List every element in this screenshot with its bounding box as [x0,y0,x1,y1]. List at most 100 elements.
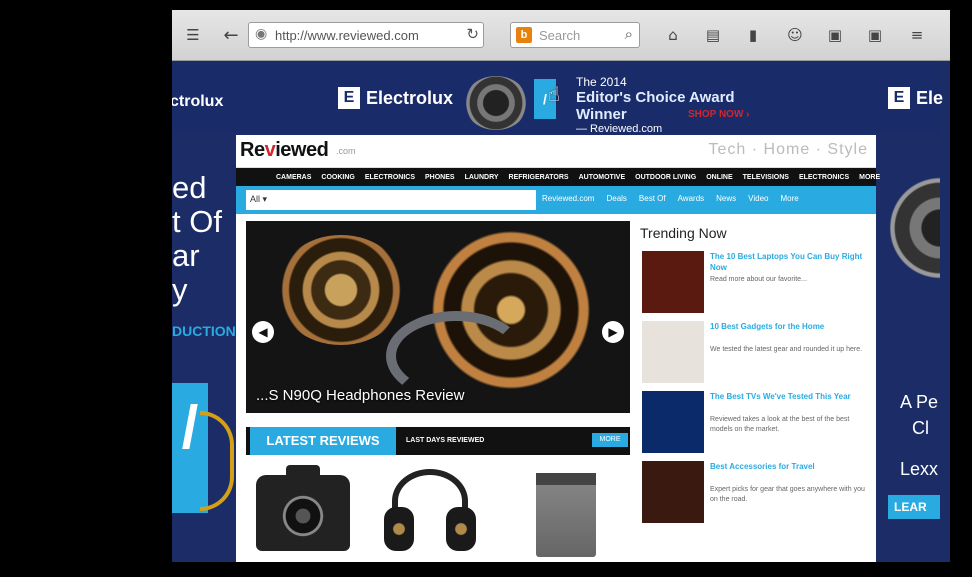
trending-thumbnail[interactable] [642,321,704,383]
right-ad-line3: Lexx [900,459,939,479]
subnav-link[interactable]: Best Of [639,194,666,203]
site-container: Reviewed .com Tech · Home · Style CAMERA… [236,135,880,562]
nav-item[interactable]: ONLINE [706,174,732,181]
carousel-prev-icon[interactable]: ◀ [252,321,274,343]
trending-headline[interactable]: 10 Best Gadgets for the Home [710,321,866,332]
trending-snippet: Reviewed takes a look at the best of the… [710,416,850,433]
site-header: Reviewed .com Tech · Home · Style [236,135,876,168]
camera-product-image[interactable] [256,465,350,551]
trending-thumbnail[interactable] [642,391,704,453]
right-ad-text[interactable]: A Pe Cl [900,389,938,441]
web-page: ctrolux E Electrolux / The 2014 Editor's… [172,61,950,562]
hero-carousel[interactable]: ◀ ▶ ...S N90Q Headphones Review [246,221,630,413]
subnav-links: Reviewed.com Deals Best Of Awards News V… [542,194,799,203]
reload-icon[interactable]: ↻ [466,25,479,43]
left-ad-line: t Of [172,204,222,239]
left-ad-line: ar [172,238,200,273]
ad-brand-right-label: Ele [916,87,944,108]
latest-reviews-tab[interactable]: LATEST REVIEWS [250,427,396,455]
library-icon[interactable]: ▤ [700,22,726,48]
trending-thumbnail[interactable] [642,251,704,313]
search-engine-icon: b [516,27,532,43]
trending-headline[interactable]: The Best TVs We've Tested This Year [710,391,866,402]
shop-now-button[interactable]: SHOP NOW › [688,109,749,120]
headphone-cup [446,507,476,551]
subnav-link[interactable]: Reviewed.com [542,194,594,203]
trending-headline[interactable]: The 10 Best Laptops You Can Buy Right No… [710,251,866,273]
nav-item[interactable]: ELECTRONICS [365,174,415,181]
nav-item[interactable]: MORE [859,174,880,181]
subnav-link[interactable]: News [716,194,736,203]
trending-item[interactable]: Best Accessories for Travel Expert picks … [640,461,870,525]
camera-hump [286,465,320,479]
globe-icon: ◉ [255,26,268,42]
url-bar[interactable]: ◉ http://www.reviewed.com ↻ [248,22,484,48]
trending-title: Trending Now [640,225,727,241]
site-subnav: All ▾ Reviewed.com Deals Best Of Awards … [236,186,876,214]
left-ad-line: y [172,272,188,307]
left-ad-text[interactable]: ed t Of ar y [172,171,222,307]
ad-brand-mid-label: Electrolux [366,87,454,108]
ad-brand-left: ctrolux [172,93,224,110]
nav-item[interactable]: PHONES [425,174,455,181]
browser-toolbar: ☰ ← ◉ http://www.reviewed.com ↻ b Search… [172,10,950,61]
overflow-icon[interactable]: ▣ [862,22,888,48]
nav-item[interactable]: COOKING [321,174,354,181]
washer-door-image [464,76,528,130]
nav-item[interactable]: CAMERAS [276,174,311,181]
laurel-icon [200,411,234,511]
url-text[interactable]: http://www.reviewed.com [275,28,445,43]
nav-item[interactable]: TELEVISIONS [743,174,789,181]
nav-item[interactable]: ELECTRONICS [799,174,849,181]
hand-cursor-icon: ☝ [548,82,561,106]
sidebar-icon[interactable]: ☰ [180,22,206,48]
back-arrow-icon[interactable]: ← [218,22,244,48]
trending-item[interactable]: 10 Best Gadgets for the Home We tested th… [640,321,870,385]
headphone-product-image[interactable] [384,469,476,553]
headphone-cup [384,507,414,551]
electrolux-logo-icon: E [888,87,910,109]
browser-window: ☰ ← ◉ http://www.reviewed.com ↻ b Search… [172,10,950,562]
trending-snippet: Read more about our favorite... [710,276,807,283]
hamburger-icon[interactable]: ≡ [904,22,930,48]
subnav-link[interactable]: More [780,194,798,203]
trending-thumbnail[interactable] [642,461,704,523]
left-ad-link[interactable]: DUCTION [172,323,236,339]
hero-caption[interactable]: ...S N90Q Headphones Review [256,387,464,404]
site-nav: CAMERAS COOKING ELECTRONICS PHONES LAUND… [236,168,880,186]
right-ad-line1: A Pe [900,392,939,412]
ad-brand-right: E Ele [888,87,943,109]
trending-item[interactable]: The Best TVs We've Tested This Year Revie… [640,391,870,455]
nav-item[interactable]: OUTDOOR LIVING [635,174,696,181]
washer-product-image[interactable] [536,473,596,557]
site-logo[interactable]: Reviewed [240,139,329,162]
logo-part: iewed [275,139,329,161]
tabs-icon[interactable]: ▣ [822,22,848,48]
subnav-link[interactable]: Deals [606,194,626,203]
site-search-input[interactable]: All ▾ [246,190,536,210]
headphone-cup-image [276,235,406,345]
right-ad-learn-button[interactable]: LEAR [888,495,940,519]
latest-reviews-more-button[interactable]: MORE [592,433,628,447]
search-placeholder[interactable]: Search [539,28,580,43]
bookmark-icon[interactable]: ▮ [740,22,766,48]
nav-item[interactable]: LAUNDRY [465,174,499,181]
home-icon[interactable]: ⌂ [660,22,686,48]
search-bar[interactable]: b Search ⌕ [510,22,640,48]
search-icon[interactable]: ⌕ [625,25,633,43]
site-search-label: All ▾ [250,194,268,204]
carousel-next-icon[interactable]: ▶ [602,321,624,343]
nav-item[interactable]: REFRIGERATORS [509,174,569,181]
subnav-link[interactable]: Video [748,194,768,203]
award-line1: The 2014 [576,75,627,89]
account-icon[interactable]: ☺ [782,22,808,48]
award-text: The 2014 Editor's Choice Award Winner — … [576,75,776,135]
right-washer-image [890,173,940,283]
trending-snippet: We tested the latest gear and rounded it… [710,346,863,353]
trending-item[interactable]: The 10 Best Laptops You Can Buy Right No… [640,251,870,315]
trending-headline[interactable]: Best Accessories for Travel [710,461,866,472]
camera-lens [278,491,328,541]
nav-item[interactable]: AUTOMOTIVE [579,174,626,181]
subnav-link[interactable]: Awards [678,194,705,203]
logo-tag: .com [336,146,356,156]
